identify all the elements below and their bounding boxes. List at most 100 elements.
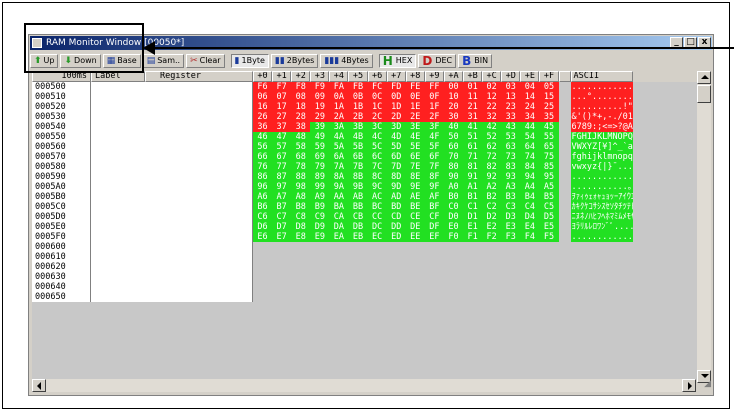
byte-cell[interactable]: 42 <box>482 122 502 132</box>
byte-cell[interactable]: 3E <box>405 122 425 132</box>
memory-row[interactable]: 0005E0 D6 D7 D8 D9 DA DB DC DD DE DF E0 E1 E2 E3 E4 E5 ﾖﾗ… <box>32 222 633 232</box>
byte-cell[interactable] <box>386 282 406 292</box>
byte-cell[interactable]: 4E <box>405 132 425 142</box>
byte-cell[interactable]: B0 <box>443 192 464 202</box>
byte-cell[interactable]: 7A <box>329 162 349 172</box>
byte-cell[interactable]: EF <box>424 232 444 242</box>
byte-cell[interactable]: 2E <box>405 112 425 122</box>
byte-cell[interactable]: 6A <box>329 152 349 162</box>
byte-cell[interactable]: E7 <box>272 232 292 242</box>
byte-cell[interactable]: EE <box>405 232 425 242</box>
byte-cell[interactable]: DD <box>386 222 406 232</box>
byte-cell[interactable]: 4A <box>329 132 349 142</box>
byte-cell[interactable] <box>539 272 559 282</box>
byte-cell[interactable]: 79 <box>310 162 330 172</box>
byte-cell[interactable]: FE <box>405 82 425 92</box>
byte-cell[interactable] <box>443 262 464 272</box>
byte-cell[interactable] <box>424 242 444 252</box>
byte-cell[interactable]: BD <box>386 202 406 212</box>
four-bytes-button[interactable]: ▮▮▮ 4Bytes <box>320 53 373 68</box>
byte-cell[interactable]: 23 <box>501 102 521 112</box>
byte-cell[interactable]: D4 <box>520 212 540 222</box>
memory-row[interactable]: 0005F0 E6 E7 E8 E9 EA EB EC ED EE EF F0 F1 F2 F3 F4 F5..… <box>32 232 633 242</box>
byte-cell[interactable]: 7F <box>424 162 444 172</box>
byte-cell[interactable]: 1D <box>386 102 406 112</box>
byte-cell[interactable] <box>386 242 406 252</box>
byte-cell[interactable] <box>539 242 559 252</box>
byte-cell[interactable] <box>482 292 502 302</box>
byte-cell[interactable] <box>520 262 540 272</box>
byte-cell[interactable] <box>253 292 273 302</box>
byte-cell[interactable]: 28 <box>291 112 311 122</box>
byte-cell[interactable]: 3A <box>329 122 349 132</box>
byte-cell[interactable]: A2 <box>482 182 502 192</box>
byte-cell[interactable] <box>482 272 502 282</box>
byte-cell[interactable]: C0 <box>443 202 464 212</box>
byte-cell[interactable]: FD <box>386 82 406 92</box>
byte-cell[interactable] <box>386 262 406 272</box>
byte-cell[interactable] <box>482 282 502 292</box>
memory-row[interactable]: 000630 <box>32 272 633 282</box>
byte-cell[interactable]: B1 <box>463 192 483 202</box>
byte-cell[interactable]: 85 <box>539 162 559 172</box>
byte-cell[interactable]: 00 <box>443 82 464 92</box>
byte-cell[interactable]: A1 <box>463 182 483 192</box>
byte-cell[interactable]: F7 <box>272 82 292 92</box>
byte-cell[interactable] <box>424 272 444 282</box>
byte-cell[interactable] <box>329 292 349 302</box>
byte-cell[interactable] <box>463 292 483 302</box>
byte-cell[interactable]: A3 <box>501 182 521 192</box>
byte-cell[interactable]: 62 <box>482 142 502 152</box>
byte-cell[interactable]: 97 <box>272 182 292 192</box>
byte-cell[interactable]: 1B <box>348 102 368 112</box>
memory-row[interactable]: 000580 76 77 78 79 7A 7B 7C 7D 7E 7F 80 81 82 83 84 85 vw… <box>32 162 633 172</box>
memory-row[interactable]: 000510 06 07 08 09 0A 0B 0C 0D 0E 0F 10 11 12 13 14 15..… <box>32 92 633 102</box>
byte-cell[interactable]: AC <box>367 192 387 202</box>
hex-button[interactable]: H HEX <box>378 53 417 68</box>
byte-cell[interactable]: 87 <box>272 172 292 182</box>
byte-cell[interactable]: 75 <box>539 152 559 162</box>
byte-cell[interactable]: C1 <box>463 202 483 212</box>
byte-cell[interactable]: C8 <box>291 212 311 222</box>
byte-cell[interactable] <box>272 242 292 252</box>
byte-cell[interactable] <box>443 292 464 302</box>
byte-cell[interactable]: 33 <box>501 112 521 122</box>
byte-cell[interactable]: CD <box>386 212 406 222</box>
vertical-scrollbar[interactable] <box>697 71 711 383</box>
byte-cell[interactable]: 60 <box>443 142 464 152</box>
byte-cell[interactable] <box>310 282 330 292</box>
byte-cell[interactable] <box>367 282 387 292</box>
up-button[interactable]: ⬆ Up <box>30 53 59 68</box>
byte-cell[interactable]: 59 <box>310 142 330 152</box>
byte-cell[interactable]: 83 <box>501 162 521 172</box>
byte-cell[interactable]: 4D <box>386 132 406 142</box>
byte-cell[interactable] <box>501 282 521 292</box>
byte-cell[interactable]: E5 <box>539 222 559 232</box>
byte-cell[interactable]: BC <box>367 202 387 212</box>
byte-cell[interactable]: 72 <box>482 152 502 162</box>
byte-cell[interactable]: E0 <box>443 222 464 232</box>
byte-cell[interactable] <box>367 252 387 262</box>
byte-cell[interactable]: A5 <box>539 182 559 192</box>
byte-cell[interactable]: 9B <box>348 182 368 192</box>
byte-cell[interactable] <box>501 242 521 252</box>
byte-cell[interactable]: DB <box>348 222 368 232</box>
byte-cell[interactable]: 1F <box>424 102 444 112</box>
byte-cell[interactable]: 03 <box>501 82 521 92</box>
byte-cell[interactable]: 13 <box>501 92 521 102</box>
byte-cell[interactable]: F4 <box>520 232 540 242</box>
byte-cell[interactable]: D7 <box>272 222 292 232</box>
byte-cell[interactable] <box>386 272 406 282</box>
byte-cell[interactable] <box>291 262 311 272</box>
byte-cell[interactable]: CE <box>405 212 425 222</box>
byte-cell[interactable]: 2D <box>386 112 406 122</box>
memory-row[interactable]: 000590 86 87 88 89 8A 8B 8C 8D 8E 8F 90 91 92 93 94 95..… <box>32 172 633 182</box>
byte-cell[interactable]: 08 <box>291 92 311 102</box>
byte-cell[interactable]: 52 <box>482 132 502 142</box>
byte-cell[interactable] <box>291 282 311 292</box>
byte-cell[interactable]: 55 <box>539 132 559 142</box>
byte-cell[interactable]: CA <box>329 212 349 222</box>
byte-cell[interactable] <box>501 252 521 262</box>
memory-row[interactable]: 000520 16 17 18 19 1A 1B 1C 1D 1E 1F 20 21 22 23 24 25..… <box>32 102 633 112</box>
byte-cell[interactable]: 02 <box>482 82 502 92</box>
